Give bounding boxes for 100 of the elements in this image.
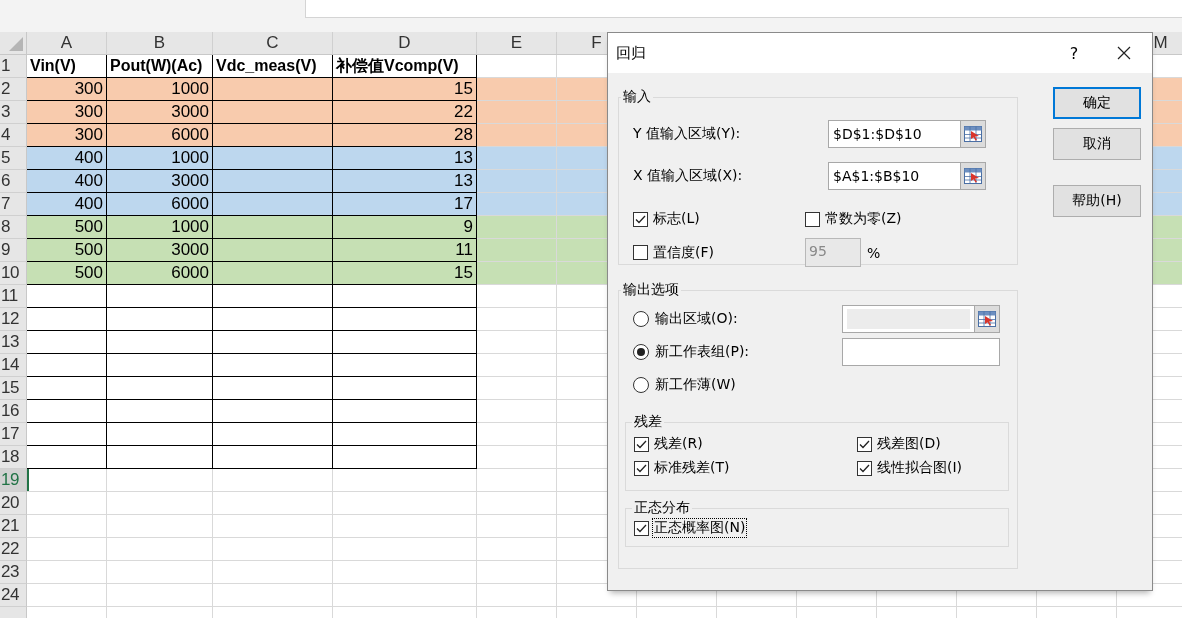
checkbox[interactable] (633, 245, 648, 260)
column-header[interactable]: E (477, 32, 557, 54)
sheet-name-field[interactable] (842, 338, 1000, 366)
table-cell[interactable]: 500 (27, 262, 107, 285)
dialog-button[interactable]: 确定 (1053, 87, 1141, 119)
range-field[interactable]: $D$1:$D$10 (828, 120, 961, 148)
table-cell[interactable] (27, 400, 107, 423)
checkbox-label[interactable]: 正态概率图(N) (653, 519, 747, 537)
radio-button[interactable] (633, 311, 649, 327)
column-header[interactable]: D (333, 32, 477, 54)
table-cell[interactable] (333, 308, 477, 331)
row-header[interactable]: 16 (0, 400, 27, 423)
radio-label[interactable]: 输出区域(O): (654, 310, 739, 328)
row-header[interactable]: 13 (0, 331, 27, 354)
checkbox-label[interactable]: 线性拟合图(I) (876, 459, 964, 477)
checkbox-label[interactable]: 标志(L) (652, 210, 701, 228)
checkbox[interactable] (634, 436, 649, 452)
table-cell[interactable] (333, 423, 477, 446)
checkbox[interactable] (857, 460, 872, 476)
table-cell[interactable] (333, 377, 477, 400)
row-header[interactable]: 23 (0, 561, 27, 584)
column-header[interactable]: B (107, 32, 213, 54)
formula-bar[interactable] (305, 0, 1182, 18)
radio-label[interactable]: 新工作薄(W) (654, 376, 737, 394)
table-cell[interactable] (107, 423, 213, 446)
table-cell[interactable] (27, 308, 107, 331)
row-header[interactable]: 18 (0, 446, 27, 469)
checkbox-label[interactable]: 残差(R) (653, 435, 704, 453)
checkbox[interactable] (634, 460, 649, 476)
help-button[interactable]: ? (1054, 35, 1094, 71)
row-header[interactable]: 5 (0, 147, 27, 170)
table-cell[interactable] (213, 423, 333, 446)
radio-button[interactable] (633, 377, 649, 393)
table-cell[interactable] (107, 354, 213, 377)
table-cell[interactable] (107, 285, 213, 308)
column-header[interactable]: A (27, 32, 107, 54)
checkbox-label[interactable]: 残差图(D) (876, 435, 942, 453)
row-header[interactable]: 8 (0, 216, 27, 239)
range-select-button[interactable] (961, 162, 986, 190)
table-cell[interactable] (213, 446, 333, 469)
row-header[interactable]: 6 (0, 170, 27, 193)
table-cell[interactable] (27, 446, 107, 469)
table-cell[interactable] (213, 377, 333, 400)
row-header[interactable]: 9 (0, 239, 27, 262)
table-cell[interactable] (333, 285, 477, 308)
table-cell[interactable] (27, 377, 107, 400)
range-select-button[interactable] (975, 305, 1000, 333)
checkbox-label[interactable]: 标准残差(T) (653, 459, 731, 477)
table-cell[interactable] (333, 331, 477, 354)
row-header[interactable]: 3 (0, 101, 27, 124)
radio-button[interactable] (633, 344, 649, 360)
radio-label[interactable]: 新工作表组(P): (654, 343, 751, 361)
table-cell[interactable] (333, 354, 477, 377)
table-cell[interactable] (27, 423, 107, 446)
dialog-button[interactable]: 帮助(H) (1053, 185, 1141, 217)
column-header[interactable]: C (213, 32, 333, 54)
table-cell[interactable] (213, 331, 333, 354)
dialog-button[interactable]: 取消 (1053, 128, 1141, 160)
checkbox-label[interactable]: 置信度(F) (652, 243, 715, 262)
row-header[interactable]: 7 (0, 193, 27, 216)
row-header[interactable]: 17 (0, 423, 27, 446)
table-cell[interactable] (213, 400, 333, 423)
checkbox[interactable] (857, 436, 872, 452)
table-cell[interactable] (27, 285, 107, 308)
table-cell[interactable] (107, 331, 213, 354)
table-cell[interactable]: 15 (333, 262, 477, 285)
checkbox-label[interactable]: 常数为零(Z) (824, 210, 903, 228)
row-header[interactable]: 20 (0, 492, 27, 515)
row-header[interactable]: 11 (0, 285, 27, 308)
table-cell[interactable] (107, 377, 213, 400)
row-header[interactable]: 24 (0, 584, 27, 607)
row-header[interactable]: 21 (0, 515, 27, 538)
row-header[interactable]: 12 (0, 308, 27, 331)
row-header[interactable]: 22 (0, 538, 27, 561)
table-cell[interactable] (107, 400, 213, 423)
table-cell[interactable] (27, 331, 107, 354)
row-header[interactable]: 14 (0, 354, 27, 377)
row-header[interactable]: 1 (0, 55, 27, 78)
range-select-button[interactable] (961, 120, 986, 148)
checkbox[interactable] (805, 211, 820, 227)
select-all-icon[interactable] (9, 37, 23, 51)
row-header[interactable]: 2 (0, 78, 27, 101)
table-cell[interactable] (27, 354, 107, 377)
checkbox[interactable] (633, 211, 648, 227)
field-label: X 值输入区域(X): (633, 167, 744, 185)
table-cell[interactable] (107, 446, 213, 469)
row-header[interactable]: 10 (0, 262, 27, 285)
range-field[interactable]: $A$1:$B$10 (828, 162, 961, 190)
table-cell[interactable] (107, 308, 213, 331)
table-cell[interactable] (213, 308, 333, 331)
table-cell[interactable]: 6000 (107, 262, 213, 285)
table-cell[interactable] (333, 446, 477, 469)
row-header[interactable]: 4 (0, 124, 27, 147)
row-header[interactable]: 19 (0, 469, 27, 492)
checkbox[interactable] (634, 520, 649, 536)
table-cell[interactable] (213, 285, 333, 308)
table-cell[interactable] (333, 400, 477, 423)
table-cell[interactable] (213, 354, 333, 377)
table-cell[interactable] (213, 262, 333, 285)
row-header[interactable]: 15 (0, 377, 27, 400)
